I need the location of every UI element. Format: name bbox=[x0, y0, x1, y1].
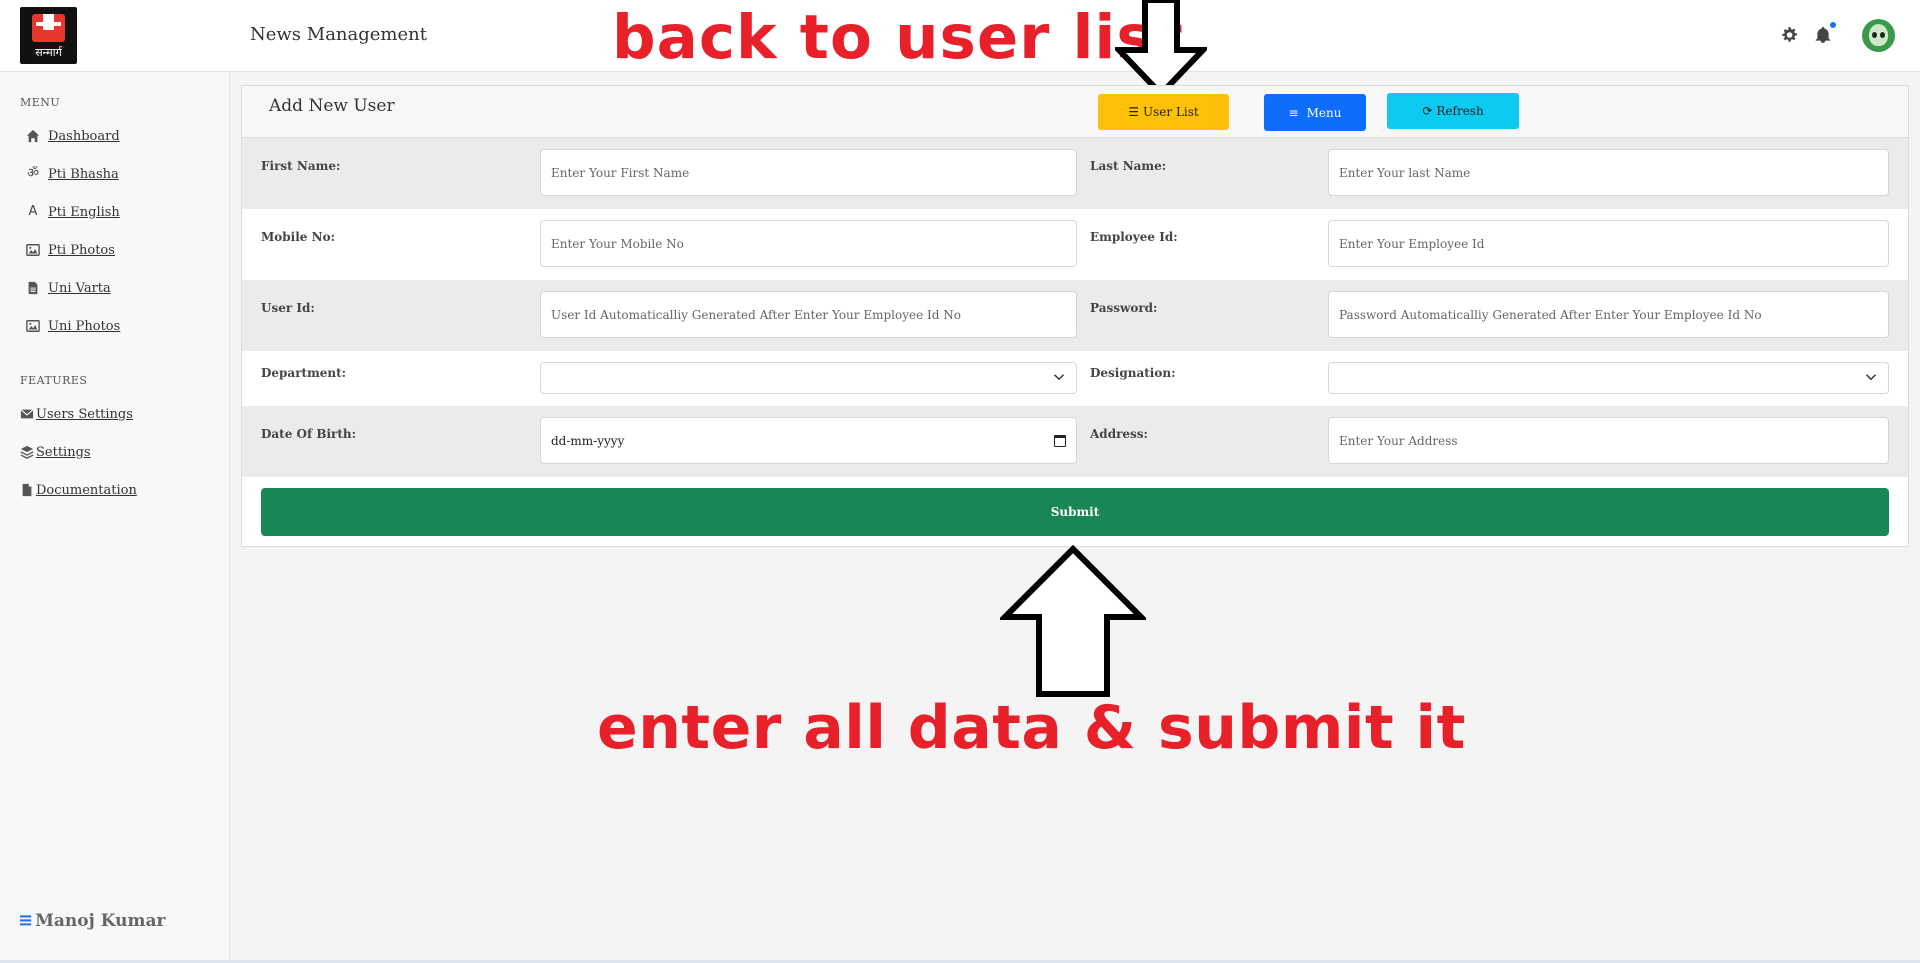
first-name-label: First Name: bbox=[261, 159, 341, 173]
sidebar-item-label: Uni Varta bbox=[48, 280, 111, 296]
dob-value: dd-mm-yyyy bbox=[551, 433, 625, 448]
annotation-submit-instruction: enter all data & submit it bbox=[597, 693, 1466, 763]
page-title: Add New User bbox=[269, 96, 395, 116]
user-id-label: User Id: bbox=[261, 301, 315, 315]
submit-button[interactable]: Submit bbox=[261, 488, 1889, 536]
dob-label: Date Of Birth: bbox=[261, 427, 357, 441]
form-row-name: First Name: Last Name: bbox=[242, 138, 1908, 209]
first-name-input[interactable] bbox=[540, 149, 1077, 196]
bars-icon: ≡ bbox=[1288, 105, 1299, 120]
sidebar-item-label: Settings bbox=[36, 444, 91, 460]
envelope-icon bbox=[20, 407, 34, 421]
brand-logo[interactable]: सन्मार्ग bbox=[20, 7, 77, 64]
form-row-organisation: Department: Designation: bbox=[242, 351, 1908, 406]
notification-dot bbox=[1830, 22, 1836, 28]
address-label: Address: bbox=[1090, 427, 1148, 441]
menu-section-title: MENU bbox=[20, 96, 61, 109]
sidebar-user[interactable]: ≡ Manoj Kumar bbox=[18, 910, 165, 931]
sidebar-item-pti-bhasha[interactable]: ॐ Pti Bhasha bbox=[26, 164, 119, 184]
department-select-wrapper bbox=[540, 362, 1077, 394]
sidebar-item-pti-english[interactable]: A Pti English bbox=[26, 202, 120, 222]
image-icon bbox=[26, 243, 40, 257]
sidebar-item-documentation[interactable]: Documentation bbox=[20, 480, 137, 500]
list-icon: ☰ bbox=[1128, 105, 1140, 119]
menu-button[interactable]: ≡ Menu bbox=[1264, 94, 1366, 131]
user-list-button[interactable]: ☰ User List bbox=[1098, 94, 1229, 130]
sidebar-item-label: Pti Bhasha bbox=[48, 166, 119, 182]
designation-label: Designation: bbox=[1090, 366, 1176, 380]
avatar[interactable] bbox=[1862, 19, 1895, 52]
sidebar-item-label: Documentation bbox=[36, 482, 137, 498]
calendar-icon[interactable] bbox=[1054, 434, 1066, 447]
font-icon: A bbox=[28, 204, 38, 219]
form-row-personal: Date Of Birth: dd-mm-yyyy Address: bbox=[242, 406, 1908, 477]
password-input[interactable] bbox=[1328, 291, 1889, 338]
user-name: Manoj Kumar bbox=[35, 910, 166, 931]
document-icon bbox=[20, 483, 34, 497]
menu-button-label: Menu bbox=[1306, 105, 1342, 120]
logo-text: सन्मार्ग bbox=[35, 46, 62, 59]
last-name-input[interactable] bbox=[1328, 149, 1889, 196]
mobile-no-label: Mobile No: bbox=[261, 230, 336, 244]
sidebar: MENU Dashboard ॐ Pti Bhasha A Pti Englis… bbox=[0, 72, 230, 963]
logo-mark bbox=[32, 14, 65, 42]
employee-id-label: Employee Id: bbox=[1090, 230, 1178, 244]
mobile-no-input[interactable] bbox=[540, 220, 1077, 267]
designation-select[interactable] bbox=[1328, 362, 1889, 394]
sidebar-item-label: Dashboard bbox=[48, 128, 120, 144]
up-arrow-annotation bbox=[1000, 545, 1146, 697]
employee-id-input[interactable] bbox=[1328, 220, 1889, 267]
image-icon bbox=[26, 319, 40, 333]
om-icon: ॐ bbox=[27, 166, 39, 181]
user-list-button-label: User List bbox=[1143, 105, 1199, 119]
sidebar-item-label: Uni Photos bbox=[48, 318, 121, 334]
add-user-card: Add New User ☰ User List ≡ Menu ⟳ Refres… bbox=[241, 85, 1909, 547]
department-label: Department: bbox=[261, 366, 347, 380]
sidebar-item-label: Pti English bbox=[48, 204, 120, 220]
last-name-label: Last Name: bbox=[1090, 159, 1167, 173]
app-title: News Management bbox=[250, 24, 427, 45]
hamburger-icon: ≡ bbox=[18, 910, 34, 931]
dob-input[interactable]: dd-mm-yyyy bbox=[540, 417, 1077, 464]
address-input[interactable] bbox=[1328, 417, 1889, 464]
form-row-contact: Mobile No: Employee Id: bbox=[242, 209, 1908, 280]
features-section-title: FEATURES bbox=[20, 374, 88, 387]
file-icon bbox=[26, 281, 40, 295]
layers-icon bbox=[20, 445, 34, 459]
card-header: Add New User ☰ User List ≡ Menu ⟳ Refres… bbox=[242, 86, 1908, 138]
gear-icon[interactable] bbox=[1780, 26, 1798, 44]
designation-select-wrapper bbox=[1328, 362, 1889, 394]
sidebar-item-pti-photos[interactable]: Pti Photos bbox=[26, 240, 115, 260]
sidebar-item-label: Pti Photos bbox=[48, 242, 115, 258]
sidebar-item-dashboard[interactable]: Dashboard bbox=[26, 126, 120, 146]
form-row-credentials: User Id: Password: bbox=[242, 280, 1908, 351]
sidebar-item-uni-varta[interactable]: Uni Varta bbox=[26, 278, 111, 298]
password-label: Password: bbox=[1090, 301, 1158, 315]
sidebar-item-uni-photos[interactable]: Uni Photos bbox=[26, 316, 120, 336]
refresh-icon: ⟳ bbox=[1422, 104, 1433, 118]
refresh-button-label: Refresh bbox=[1436, 104, 1484, 118]
annotation-back-to-user-list: back to user list bbox=[612, 2, 1184, 73]
bell-icon[interactable] bbox=[1814, 22, 1836, 44]
home-icon bbox=[26, 129, 40, 143]
sidebar-item-settings[interactable]: Settings bbox=[20, 442, 91, 462]
avatar-face bbox=[1869, 24, 1888, 46]
sidebar-item-users-settings[interactable]: Users Settings bbox=[20, 404, 133, 424]
refresh-button[interactable]: ⟳ Refresh bbox=[1387, 93, 1519, 129]
sidebar-item-label: Users Settings bbox=[36, 406, 133, 422]
down-arrow-annotation bbox=[1115, 0, 1207, 98]
user-id-input[interactable] bbox=[540, 291, 1077, 338]
department-select[interactable] bbox=[540, 362, 1077, 394]
